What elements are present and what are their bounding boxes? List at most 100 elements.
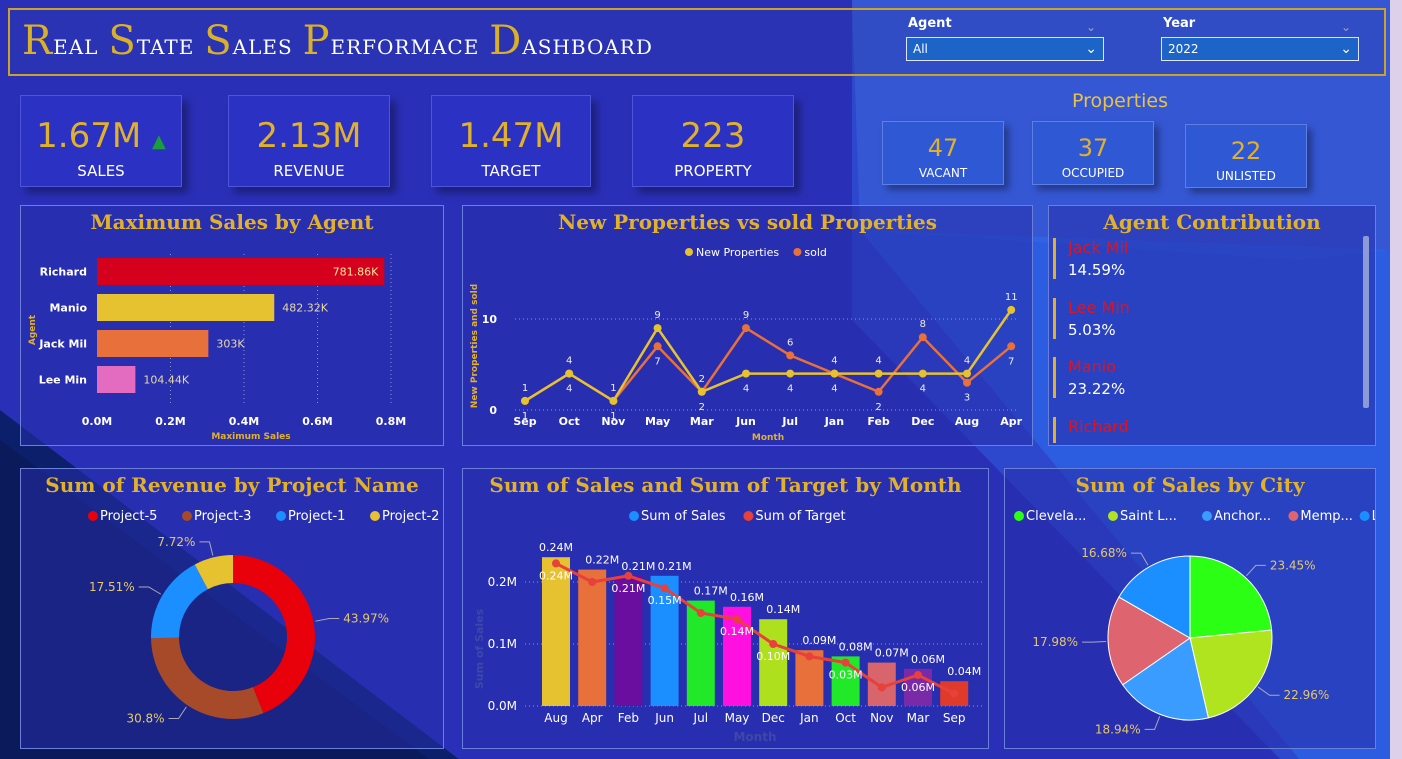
legend-label: sold [804, 246, 827, 259]
legend-marker [1359, 511, 1370, 521]
dashboard-title: Real State Sales Performace Dashboard [22, 18, 653, 64]
x-axis-label: Month [733, 730, 776, 744]
agent-name: Manio [1068, 357, 1116, 376]
x-tick-label: Jun [735, 415, 756, 428]
agent-contribution-panel[interactable]: Agent Contribution Jack Mil 14.59% Lee M… [1048, 205, 1376, 446]
agent-name: Jack Mil [1068, 238, 1129, 257]
leader-line [1082, 641, 1107, 643]
year-dropdown-value: 2022 [1168, 42, 1199, 56]
contribution-item[interactable]: Lee Min 5.03% [1053, 298, 1358, 339]
agent-dropdown-value: All [913, 42, 928, 56]
data-label: 11 [1005, 292, 1018, 303]
sales-by-city-chart: Clevela... Saint L... Anchor... Memp... Las … [1014, 509, 1375, 736]
contribution-item[interactable]: Richard [1053, 417, 1358, 443]
x-tick-label: Jun [654, 711, 674, 725]
legend-label: Anchor... [1214, 509, 1271, 524]
agent-name: Lee Min [1068, 298, 1130, 317]
properties-title: Properties [1071, 90, 1169, 112]
data-label: 22.96% [1284, 688, 1330, 702]
x-tick-label: Apr [1000, 415, 1022, 428]
data-point [653, 342, 662, 351]
x-axis-label: Month [752, 433, 784, 443]
data-label: 17.98% [1032, 635, 1078, 649]
data-label: 0.04M [947, 665, 981, 678]
x-tick-label: Aug [955, 415, 979, 428]
revenue-by-project-panel[interactable]: Sum of Revenue by Project Name Project-5… [20, 468, 444, 749]
y-tick-label: Jack Mil [38, 338, 87, 351]
kpi-vacant-label: VACANT [918, 166, 968, 180]
data-point [660, 584, 669, 593]
legend-label: Memp... [1300, 509, 1353, 524]
agent-name: Richard [1068, 417, 1129, 436]
x-tick-label: 0.0M [82, 415, 112, 428]
x-tick-label: Oct [559, 415, 580, 428]
data-point [918, 369, 927, 378]
data-label: 4 [566, 384, 572, 395]
legend-marker [276, 511, 286, 521]
kpi-target-card[interactable]: 1.47M TARGET [431, 95, 591, 187]
leader-line [1246, 564, 1266, 577]
x-tick-label: Feb [618, 711, 639, 725]
trend-up-icon: ▲ [152, 131, 166, 152]
data-label: 2 [875, 402, 881, 413]
kpi-revenue-card[interactable]: 2.13M REVENUE [228, 95, 390, 187]
data-point [963, 369, 971, 378]
data-label: 1 [610, 411, 616, 422]
sales-by-city-panel[interactable]: Sum of Sales by City Clevela... Saint L..… [1004, 468, 1376, 749]
kpi-sales-card[interactable]: 1.67M ▲ SALES [20, 95, 182, 187]
sales-target-by-month-chart: Sum of Sales Sum of Target 0.0M 0.1M 0.2M Sum… [473, 509, 983, 744]
legend-marker [182, 511, 192, 521]
kpi-unlisted-card[interactable]: 22 UNLISTED [1185, 124, 1307, 188]
bar [614, 575, 643, 706]
bar [97, 294, 275, 321]
kpi-occupied-card[interactable]: 37 OCCUPIED [1032, 121, 1154, 185]
data-label: 17.51% [89, 580, 135, 594]
data-label: 482.32K [282, 302, 328, 315]
leader-line [1144, 716, 1161, 730]
data-point [521, 396, 529, 405]
leader-line [199, 541, 214, 556]
revenue-by-project-chart: Project-5 Project-3 Project-1 Project-2 43.9… [88, 509, 439, 726]
chevron-down-icon: ⌄ [1085, 41, 1097, 57]
data-point [918, 333, 927, 342]
x-tick-label: Mar [690, 415, 714, 428]
contribution-item[interactable]: Jack Mil 14.59% [1053, 238, 1358, 279]
agent-slicer: Agent ⌄ All ⌄ [906, 16, 1104, 61]
sales-target-by-month-panel[interactable]: Sum of Sales and Sum of Target by Month … [462, 468, 989, 749]
kpi-property-card[interactable]: 223 PROPERTY [632, 95, 794, 187]
new-vs-sold-panel[interactable]: New Properties vs sold Properties New Pr… [462, 205, 1033, 446]
data-label: 7.72% [157, 535, 195, 549]
x-tick-label: Nov [870, 711, 893, 725]
chevron-down-icon: ⌄ [1340, 41, 1352, 57]
chart-title: Agent Contribution [1103, 210, 1321, 234]
data-label: 4 [831, 384, 837, 395]
data-label: 4 [787, 384, 793, 395]
pie-slice [233, 555, 315, 714]
agent-dropdown[interactable]: All ⌄ [906, 37, 1104, 61]
data-label: 2 [699, 374, 705, 385]
data-label: 0.22M [585, 554, 619, 567]
x-tick-label: May [645, 415, 670, 428]
data-label: 1 [522, 383, 528, 394]
y-axis-label: Agent [28, 314, 38, 345]
contribution-item[interactable]: Manio 23.22% [1053, 357, 1358, 398]
legend-label: Project-2 [382, 509, 439, 524]
kpi-occupied-label: OCCUPIED [1061, 166, 1125, 180]
kpi-vacant-card[interactable]: 47 VACANT [882, 121, 1004, 185]
slicer-options-icon[interactable]: ⌄ [1086, 20, 1096, 34]
scrollbar[interactable] [1363, 236, 1369, 408]
y-tick-label: 0.0M [488, 699, 517, 713]
year-dropdown[interactable]: 2022 ⌄ [1161, 37, 1359, 61]
pie-slice [151, 637, 264, 719]
max-sales-by-agent-panel[interactable]: Maximum Sales by Agent 0.0M 0.2M 0.4M 0.6M 0… [20, 205, 444, 446]
bar [578, 569, 607, 706]
x-tick-label: May [725, 711, 750, 725]
data-label: 0.10M [756, 650, 790, 663]
data-point [874, 369, 883, 378]
title-word: State [108, 18, 195, 64]
x-tick-label: Apr [582, 711, 603, 725]
x-tick-label: Feb [867, 415, 890, 428]
slicer-options-icon[interactable]: ⌄ [1341, 20, 1351, 34]
data-point [950, 689, 959, 698]
y-tick-label: 10 [482, 313, 498, 326]
